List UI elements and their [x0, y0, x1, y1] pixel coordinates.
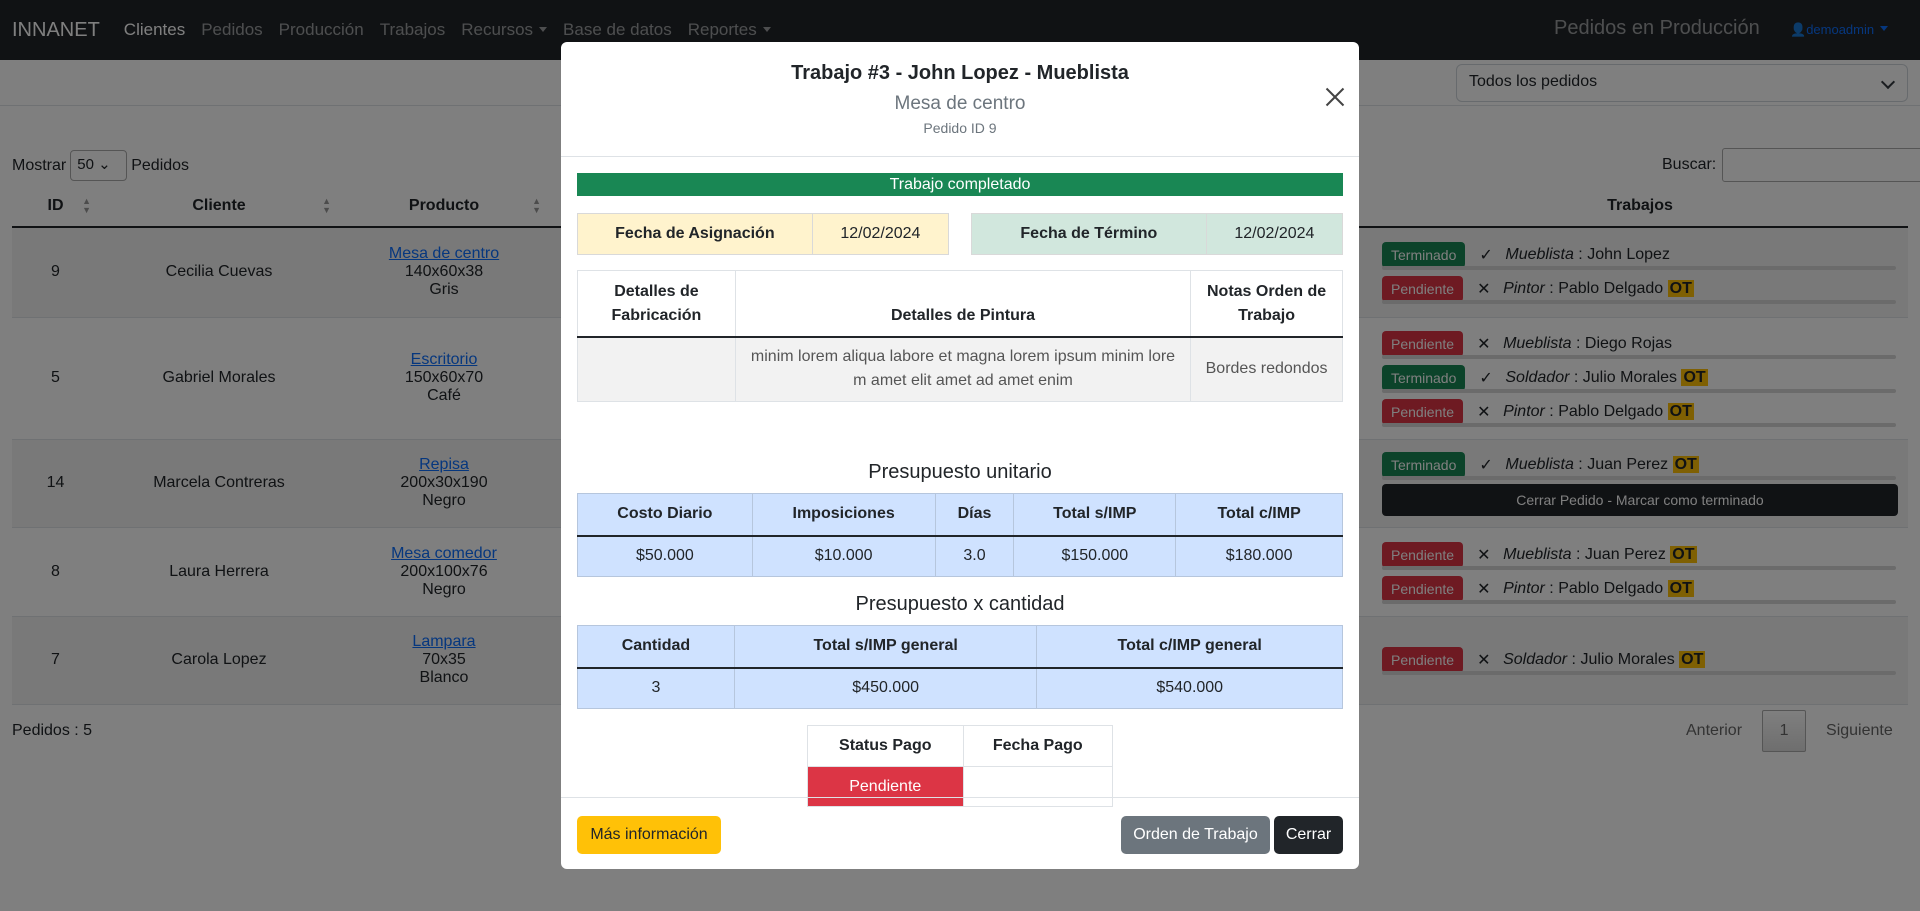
- assign-date-box: Fecha de Asignación 12/02/2024: [577, 213, 949, 255]
- work-order-notes-header: Notas Orden de Trabajo: [1190, 270, 1343, 338]
- details-table: Detalles de Fabricación Detalles de Pint…: [577, 270, 1343, 402]
- qty-budget-table: Cantidad Total s/IMP general Total c/IMP…: [577, 625, 1343, 709]
- assign-date-label: Fecha de Asignación: [578, 214, 812, 254]
- modal-subtitle: Mesa de centro: [894, 93, 1026, 114]
- work-order-button[interactable]: Orden de Trabajo: [1121, 816, 1270, 854]
- col-daily-cost: Costo Diario: [577, 493, 753, 537]
- total-tax-value: $180.000: [1175, 535, 1343, 577]
- job-detail-modal: Trabajo #3 - John Lopez - Mueblista Mesa…: [561, 42, 1359, 869]
- general-total-tax-value: $540.000: [1036, 667, 1343, 709]
- paint-details-header: Detalles de Pintura: [734, 270, 1192, 338]
- total-no-tax-value: $150.000: [1013, 535, 1177, 577]
- modal-header: Trabajo #3 - John Lopez - Mueblista Mesa…: [561, 42, 1359, 157]
- unit-budget-title: Presupuesto unitario: [868, 461, 1052, 483]
- col-days: Días: [934, 493, 1015, 537]
- modal-order-id: Pedido ID 9: [923, 120, 997, 136]
- assign-date-value: 12/02/2024: [811, 214, 948, 254]
- col-quantity: Cantidad: [577, 625, 735, 669]
- close-icon[interactable]: [1325, 87, 1345, 107]
- paint-details-value: minim lorem aliqua labore et magna lorem…: [734, 336, 1192, 402]
- modal-footer: Más información Orden de Trabajo Cerrar: [561, 797, 1359, 869]
- modal-body: Trabajo completado Fecha de Asignación 1…: [577, 173, 1343, 807]
- fab-details-header: Detalles de Fabricación: [577, 270, 736, 338]
- quantity-value: 3: [577, 667, 735, 709]
- col-taxes: Imposiciones: [751, 493, 936, 537]
- payment-status-header: Status Pago: [807, 725, 964, 767]
- end-date-value: 12/02/2024: [1205, 214, 1342, 254]
- end-date-box: Fecha de Término 12/02/2024: [971, 213, 1343, 255]
- col-total-tax: Total c/IMP: [1175, 493, 1343, 537]
- qty-budget-title: Presupuesto x cantidad: [855, 593, 1065, 615]
- taxes-value: $10.000: [751, 535, 936, 577]
- days-value: 3.0: [934, 535, 1015, 577]
- work-order-notes-value: Bordes redondos: [1190, 336, 1343, 402]
- col-general-total-tax: Total c/IMP general: [1036, 625, 1343, 669]
- col-general-total-no-tax: Total s/IMP general: [733, 625, 1038, 669]
- general-total-no-tax-value: $450.000: [733, 667, 1038, 709]
- payment-date-header: Fecha Pago: [962, 725, 1114, 767]
- payment-table: Status Pago Fecha Pago Pendiente: [807, 725, 1114, 807]
- end-date-label: Fecha de Término: [972, 214, 1206, 254]
- unit-budget-table: Costo Diario Imposiciones Días Total s/I…: [577, 493, 1343, 577]
- more-info-button[interactable]: Más información: [577, 816, 721, 854]
- fab-details-value: [577, 336, 736, 402]
- col-total-no-tax: Total s/IMP: [1013, 493, 1177, 537]
- modal-title: Trabajo #3 - John Lopez - Mueblista: [791, 62, 1129, 84]
- job-status-banner: Trabajo completado: [577, 173, 1343, 196]
- daily-cost-value: $50.000: [577, 535, 753, 577]
- close-button[interactable]: Cerrar: [1274, 816, 1343, 854]
